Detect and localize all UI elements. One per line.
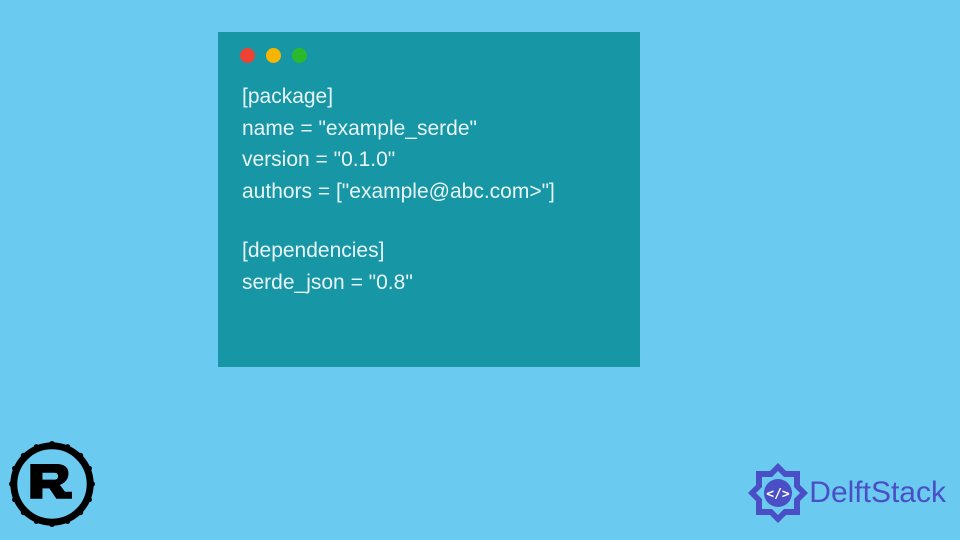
rust-logo-icon	[6, 438, 98, 530]
code-content: [package] name = "example_serde" version…	[218, 63, 640, 298]
code-line: [dependencies]	[242, 235, 640, 267]
code-line: version = "0.1.0"	[242, 144, 640, 176]
code-line: [package]	[242, 81, 640, 113]
window-controls	[218, 32, 640, 63]
svg-text:</>: </>	[767, 487, 791, 502]
code-window: [package] name = "example_serde" version…	[218, 32, 640, 367]
maximize-icon	[292, 48, 307, 63]
delftstack-label: DelftStack	[809, 476, 946, 510]
code-blank-line	[242, 207, 640, 235]
close-icon	[240, 48, 255, 63]
code-line: name = "example_serde"	[242, 113, 640, 145]
minimize-icon	[266, 48, 281, 63]
delftstack-logo: </> DelftStack	[743, 458, 946, 528]
code-line: authors = ["example@abc.com>"]	[242, 176, 640, 208]
code-line: serde_json = "0.8"	[242, 267, 640, 299]
delftstack-icon: </>	[743, 458, 813, 528]
